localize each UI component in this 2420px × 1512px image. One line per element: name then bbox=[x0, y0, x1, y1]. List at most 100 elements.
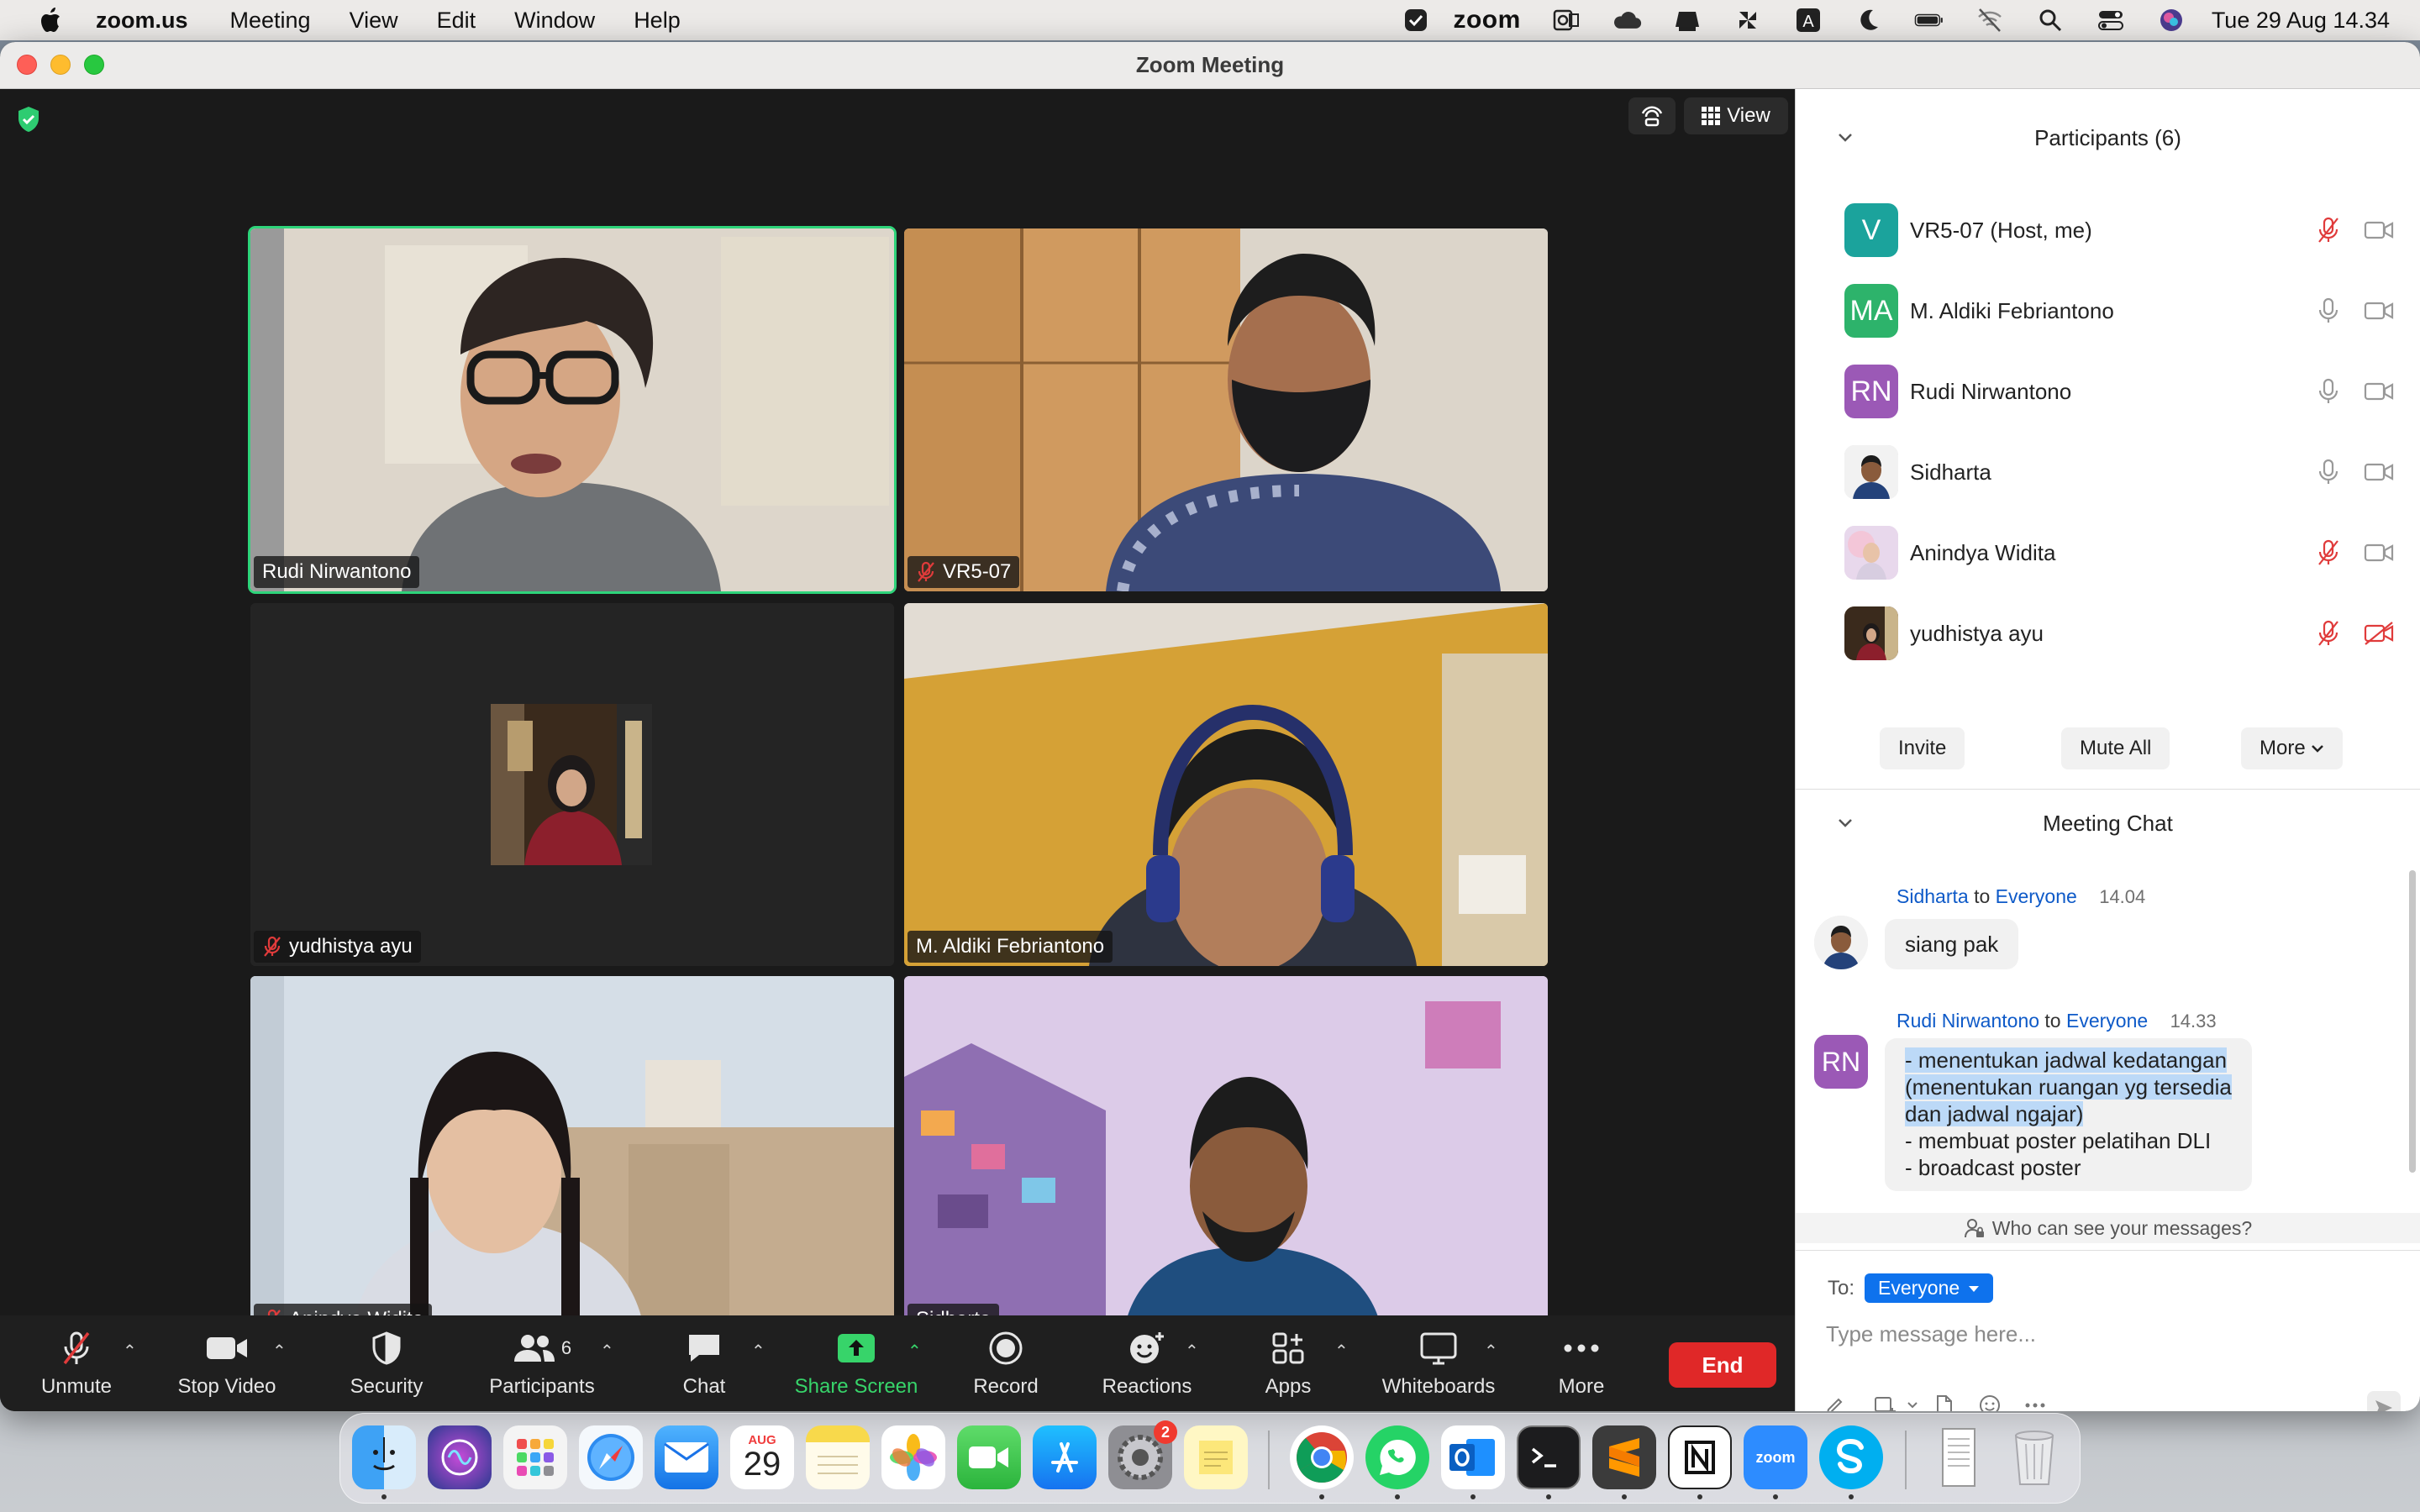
outlook-icon[interactable] bbox=[1441, 1425, 1505, 1489]
avatar[interactable] bbox=[1844, 526, 1898, 580]
chevron-down-icon[interactable] bbox=[1898, 1391, 1927, 1411]
focus-mode-button[interactable] bbox=[1628, 97, 1676, 134]
system-settings-icon[interactable]: 2 bbox=[1108, 1420, 1177, 1489]
video-tile-yudhistya[interactable]: yudhistya ayu bbox=[250, 603, 894, 966]
menu-window[interactable]: Window bbox=[514, 8, 595, 34]
moon-icon[interactable] bbox=[1854, 5, 1884, 35]
trash-icon[interactable] bbox=[2002, 1425, 2066, 1489]
checkmark-shield-icon[interactable] bbox=[1401, 5, 1431, 35]
avatar[interactable] bbox=[1814, 916, 1868, 969]
avatar[interactable] bbox=[1844, 445, 1898, 499]
window-titlebar[interactable]: Zoom Meeting bbox=[0, 42, 2420, 89]
zoom-status-icon[interactable]: zoom bbox=[1453, 6, 1520, 34]
chat-message-bubble[interactable]: siang pak bbox=[1885, 919, 2019, 969]
send-icon[interactable] bbox=[2367, 1391, 2401, 1411]
app-menu-zoom[interactable]: zoom.us bbox=[96, 8, 188, 34]
recipient-dropdown[interactable]: Everyone bbox=[1865, 1273, 1994, 1303]
emoji-icon[interactable] bbox=[1975, 1391, 2004, 1411]
whatsapp-icon[interactable] bbox=[1365, 1425, 1429, 1489]
more-options-icon[interactable] bbox=[2021, 1391, 2049, 1411]
video-tile-anindya[interactable]: Anindya Widita bbox=[250, 976, 894, 1339]
wifi-off-icon[interactable] bbox=[1975, 5, 2005, 35]
menubar-clock[interactable]: Tue 29 Aug 14.34 bbox=[2212, 8, 2390, 34]
audio-options-caret[interactable]: ⌃ bbox=[123, 1341, 137, 1362]
whiteboards-button[interactable]: Whiteboards bbox=[1373, 1315, 1504, 1411]
notes-icon[interactable] bbox=[806, 1425, 870, 1489]
mic-icon[interactable] bbox=[2317, 378, 2340, 405]
mic-icon[interactable] bbox=[2317, 297, 2340, 324]
chat-message-bubble[interactable]: - menentukan jadwal kedatangan (menentuk… bbox=[1885, 1038, 2252, 1191]
menu-edit[interactable]: Edit bbox=[437, 8, 476, 34]
apple-logo-icon[interactable] bbox=[37, 6, 62, 34]
facetime-icon[interactable] bbox=[957, 1425, 1021, 1489]
close-window-button[interactable] bbox=[17, 55, 37, 75]
app-store-icon[interactable] bbox=[1033, 1425, 1097, 1489]
file-attach-icon[interactable] bbox=[1930, 1391, 1959, 1411]
mic-icon[interactable] bbox=[2317, 459, 2340, 486]
participant-row[interactable]: MA M. Aldiki Febriantono bbox=[1796, 270, 2420, 351]
more-button[interactable]: More bbox=[1543, 1315, 1620, 1411]
safari-icon[interactable] bbox=[579, 1425, 643, 1489]
record-button[interactable]: Record bbox=[963, 1315, 1049, 1411]
fullscreen-window-button[interactable] bbox=[84, 55, 104, 75]
avatar[interactable]: RN bbox=[1814, 1035, 1868, 1089]
stickies-icon[interactable] bbox=[1184, 1425, 1248, 1489]
invite-button[interactable]: Invite bbox=[1880, 727, 1965, 769]
participant-row[interactable]: Anindya Widita bbox=[1796, 512, 2420, 593]
video-camera-icon[interactable] bbox=[2364, 460, 2394, 484]
who-can-see-messages-link[interactable]: Who can see your messages? bbox=[1796, 1213, 2420, 1243]
menu-help[interactable]: Help bbox=[634, 8, 681, 34]
unmute-button[interactable]: Unmute bbox=[30, 1315, 123, 1411]
notification-tray-icon[interactable] bbox=[1672, 5, 1702, 35]
calendar-icon[interactable]: AUG 29 bbox=[730, 1425, 794, 1489]
menu-meeting[interactable]: Meeting bbox=[230, 8, 311, 34]
outlook-status-icon[interactable] bbox=[1551, 5, 1581, 35]
video-camera-icon[interactable] bbox=[2364, 218, 2394, 242]
muted-mic-icon[interactable] bbox=[2317, 620, 2340, 647]
control-center-icon[interactable] bbox=[2096, 5, 2126, 35]
participant-row[interactable]: Sidharta bbox=[1796, 432, 2420, 512]
video-tile-vr5-07[interactable]: VR5-07 bbox=[904, 228, 1548, 591]
keyboard-input-icon[interactable]: A bbox=[1793, 5, 1823, 35]
chat-options-caret[interactable]: ⌃ bbox=[751, 1341, 765, 1362]
participants-more-button[interactable]: More bbox=[2241, 727, 2343, 769]
finder-icon[interactable] bbox=[352, 1425, 416, 1489]
screenshot-icon[interactable] bbox=[1871, 1391, 1900, 1411]
mute-all-button[interactable]: Mute All bbox=[2061, 727, 2170, 769]
video-tile-aldiki[interactable]: M. Aldiki Febriantono bbox=[904, 603, 1548, 966]
launchpad-icon[interactable] bbox=[503, 1425, 567, 1489]
chrome-icon[interactable] bbox=[1290, 1425, 1354, 1489]
muted-mic-icon[interactable] bbox=[2317, 217, 2340, 244]
video-tile-sidharta[interactable]: Sidharta bbox=[904, 976, 1548, 1339]
view-layout-button[interactable]: View bbox=[1684, 97, 1788, 134]
avatar[interactable]: MA bbox=[1844, 284, 1898, 338]
chat-message-input[interactable] bbox=[1826, 1317, 2381, 1351]
downloads-stack-icon[interactable] bbox=[1927, 1425, 1991, 1489]
siri-icon[interactable] bbox=[2156, 5, 2186, 35]
format-text-icon[interactable] bbox=[1821, 1391, 1849, 1411]
chat-scrollbar[interactable] bbox=[2409, 870, 2416, 1173]
avatar[interactable]: V bbox=[1844, 203, 1898, 257]
encryption-shield-icon[interactable] bbox=[17, 106, 40, 133]
whiteboards-options-caret[interactable]: ⌃ bbox=[1484, 1341, 1498, 1362]
reactions-button[interactable]: Reactions bbox=[1092, 1315, 1202, 1411]
apps-button[interactable]: Apps bbox=[1252, 1315, 1324, 1411]
menu-view[interactable]: View bbox=[350, 8, 398, 34]
pinwheel-icon[interactable] bbox=[1733, 5, 1763, 35]
share-options-caret[interactable]: ⌃ bbox=[908, 1341, 922, 1362]
minimize-window-button[interactable] bbox=[50, 55, 71, 75]
avatar[interactable]: RN bbox=[1844, 365, 1898, 418]
security-button[interactable]: Security bbox=[334, 1315, 439, 1411]
terminal-icon[interactable] bbox=[1517, 1425, 1581, 1489]
stop-video-button[interactable]: Stop Video bbox=[168, 1315, 286, 1411]
siri-icon[interactable] bbox=[428, 1425, 492, 1489]
skype-icon[interactable] bbox=[1819, 1425, 1883, 1489]
video-camera-icon[interactable] bbox=[2364, 380, 2394, 403]
zoom-app-icon[interactable]: zoom bbox=[1744, 1425, 1807, 1489]
mail-icon[interactable] bbox=[655, 1425, 718, 1489]
video-camera-icon[interactable] bbox=[2364, 299, 2394, 323]
share-screen-button[interactable]: Share Screen bbox=[786, 1315, 926, 1411]
chevron-down-icon[interactable] bbox=[1836, 128, 1854, 146]
participants-options-caret[interactable]: ⌃ bbox=[600, 1341, 614, 1362]
video-camera-icon[interactable] bbox=[2364, 541, 2394, 564]
